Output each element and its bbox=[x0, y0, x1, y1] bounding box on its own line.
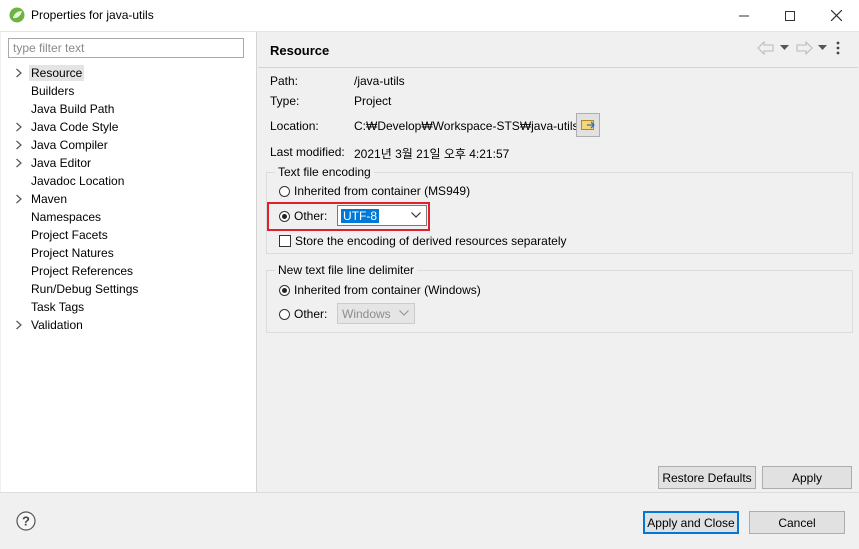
header-divider bbox=[258, 67, 858, 68]
line-delimiter-group-title: New text file line delimiter bbox=[275, 263, 418, 277]
minimize-icon bbox=[739, 15, 749, 16]
title-bar: Properties for java-utils bbox=[0, 0, 859, 32]
path-label: Path: bbox=[270, 74, 299, 88]
tree-item[interactable]: Project Facets bbox=[1, 226, 251, 244]
maximize-button[interactable] bbox=[767, 0, 813, 31]
store-encoding-checkbox[interactable] bbox=[279, 235, 291, 247]
minimize-button[interactable] bbox=[721, 0, 767, 31]
tree-item-label: Builders bbox=[31, 84, 75, 98]
tree-item-label: Java Build Path bbox=[31, 102, 115, 116]
tree-item-label: Project References bbox=[31, 264, 134, 278]
delimiter-inherited-radio[interactable] bbox=[279, 285, 290, 296]
close-button[interactable] bbox=[813, 0, 859, 31]
tree-item-label: Run/Debug Settings bbox=[31, 282, 139, 296]
tree-item[interactable]: Resource bbox=[1, 64, 251, 82]
last-modified-value: 2021년 3월 21일 오후 4:21:57 bbox=[354, 147, 510, 161]
cancel-button[interactable]: Cancel bbox=[749, 511, 845, 534]
tree-item-label: Java Code Style bbox=[31, 120, 119, 134]
tree-item[interactable]: Run/Debug Settings bbox=[1, 280, 251, 298]
restore-defaults-button[interactable]: Restore Defaults bbox=[658, 466, 756, 489]
chevron-right-icon[interactable] bbox=[15, 158, 23, 168]
spring-leaf-icon bbox=[9, 7, 25, 23]
view-menu-icon[interactable] bbox=[833, 41, 843, 55]
category-pane: Resource Builders Java Build Path Java Code… bbox=[1, 32, 257, 492]
maximize-icon bbox=[785, 10, 795, 21]
line-delimiter-group: New text file line delimiter Inherited f… bbox=[266, 263, 853, 333]
open-folder-icon bbox=[581, 120, 595, 130]
tree-item-label: Task Tags bbox=[31, 300, 85, 314]
type-label: Type: bbox=[270, 94, 300, 108]
back-menu-chevron-icon[interactable] bbox=[780, 45, 789, 51]
filter-input[interactable] bbox=[8, 38, 244, 58]
encoding-inherited-label[interactable]: Inherited from container (MS949) bbox=[294, 184, 470, 198]
tree-item[interactable]: Maven bbox=[1, 190, 251, 208]
location-value: C:₩Develop₩Workspace-STS₩java-utils bbox=[354, 119, 579, 133]
tree-item-label: Namespaces bbox=[31, 210, 102, 224]
delimiter-select-value: Windows bbox=[342, 307, 391, 321]
chevron-right-icon[interactable] bbox=[15, 68, 23, 78]
tree-item[interactable]: Java Code Style bbox=[1, 118, 251, 136]
path-value: /java-utils bbox=[354, 74, 405, 88]
apply-button[interactable]: Apply bbox=[762, 466, 852, 489]
tree-item[interactable]: Javadoc Location bbox=[1, 172, 251, 190]
tree-item-label: Maven bbox=[31, 192, 68, 206]
chevron-right-icon[interactable] bbox=[15, 122, 23, 132]
tree-item-label: Resource bbox=[29, 65, 85, 81]
tree-item-label: Project Facets bbox=[31, 228, 108, 242]
delimiter-inherited-label[interactable]: Inherited from container (Windows) bbox=[294, 283, 481, 297]
encoding-highlight-box bbox=[267, 202, 430, 231]
tree-item[interactable]: Project References bbox=[1, 262, 251, 280]
window-title: Properties for java-utils bbox=[31, 8, 154, 22]
store-encoding-label[interactable]: Store the encoding of derived resources … bbox=[295, 234, 567, 248]
footer-divider bbox=[0, 492, 859, 493]
chevron-down-icon bbox=[399, 310, 409, 316]
tree-item-label: Java Compiler bbox=[31, 138, 108, 152]
apply-and-close-button[interactable]: Apply and Close bbox=[643, 511, 739, 534]
tree-item-label: Java Editor bbox=[31, 156, 92, 170]
tree-item[interactable]: Project Natures bbox=[1, 244, 251, 262]
encoding-inherited-radio[interactable] bbox=[279, 186, 290, 197]
close-icon bbox=[830, 10, 842, 21]
tree-item[interactable]: Builders bbox=[1, 82, 251, 100]
tree-item[interactable]: Namespaces bbox=[1, 208, 251, 226]
help-icon[interactable]: ? bbox=[16, 511, 36, 531]
tree-item[interactable]: Java Editor bbox=[1, 154, 251, 172]
location-label: Location: bbox=[270, 119, 319, 133]
tree-item-label: Javadoc Location bbox=[31, 174, 125, 188]
type-value: Project bbox=[354, 94, 392, 108]
text-encoding-group-title: Text file encoding bbox=[275, 165, 374, 179]
chevron-right-icon[interactable] bbox=[15, 320, 23, 330]
back-arrow-icon[interactable] bbox=[757, 41, 775, 55]
last-modified-label: Last modified: bbox=[270, 145, 345, 159]
delimiter-select[interactable]: Windows bbox=[337, 303, 415, 324]
page-title: Resource bbox=[270, 43, 330, 58]
tree-item[interactable]: Java Build Path bbox=[1, 100, 251, 118]
chevron-right-icon[interactable] bbox=[15, 140, 23, 150]
tree-item[interactable]: Validation bbox=[1, 316, 251, 334]
chevron-right-icon[interactable] bbox=[15, 194, 23, 204]
delimiter-other-radio[interactable] bbox=[279, 309, 290, 320]
show-in-explorer-button[interactable] bbox=[576, 113, 600, 137]
tree-item[interactable]: Task Tags bbox=[1, 298, 251, 316]
delimiter-other-label[interactable]: Other: bbox=[294, 307, 327, 321]
tree-item[interactable]: Java Compiler bbox=[1, 136, 251, 154]
svg-text:?: ? bbox=[22, 514, 30, 529]
tree-item-label: Validation bbox=[31, 318, 83, 332]
tree-item-label: Project Natures bbox=[31, 246, 114, 260]
forward-menu-chevron-icon[interactable] bbox=[818, 45, 827, 51]
forward-arrow-icon[interactable] bbox=[795, 41, 813, 55]
properties-page: Resource Path: /java-utils Type: Project… bbox=[258, 32, 858, 492]
